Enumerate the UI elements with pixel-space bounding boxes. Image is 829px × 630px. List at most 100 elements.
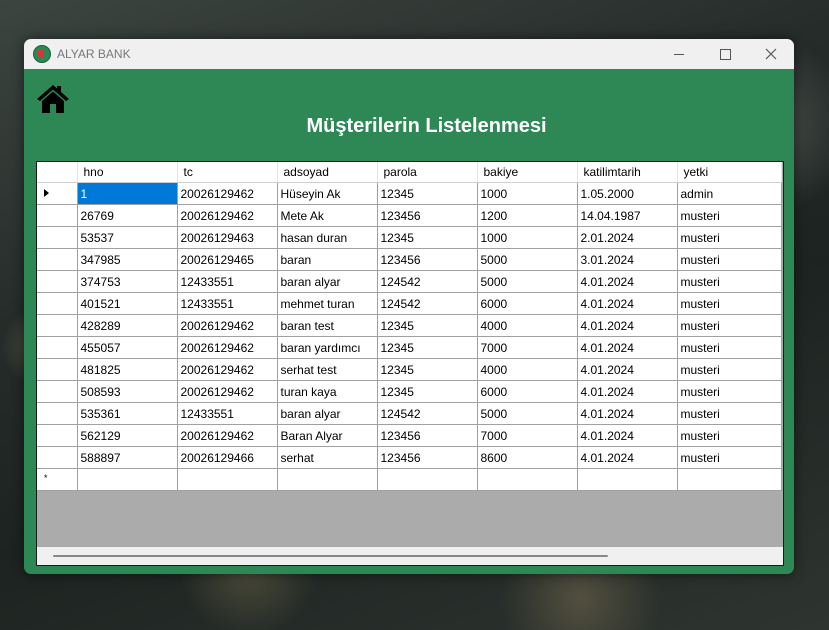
row-header[interactable] — [37, 424, 78, 447]
cell-tc[interactable]: 20026129466 — [177, 446, 278, 469]
cell-adsoyad[interactable]: baran alyar — [277, 402, 378, 425]
table-row[interactable]: 455057 20026129462 baran yardımcı 12345 7000… — [37, 336, 782, 359]
cell-adsoyad[interactable]: baran yardımcı — [277, 336, 378, 359]
cell-parola[interactable]: 124542 — [377, 270, 478, 293]
cell-katilimtarih[interactable]: 4.01.2024 — [577, 380, 678, 403]
table-row[interactable]: 374753 12433551 baran alyar 124542 5000 4.01.… — [37, 270, 782, 293]
cell-katilimtarih[interactable]: 4.01.2024 — [577, 336, 678, 359]
cell-hno[interactable]: 535361 — [77, 402, 178, 425]
row-header[interactable] — [37, 380, 78, 403]
new-cell-parola[interactable] — [377, 468, 478, 491]
cell-adsoyad[interactable]: baran alyar — [277, 270, 378, 293]
row-header[interactable] — [37, 248, 78, 271]
table-row[interactable]: 428289 20026129462 baran test 12345 4000 4.01… — [37, 314, 782, 337]
cell-parola[interactable]: 124542 — [377, 292, 478, 315]
new-cell-tc[interactable] — [177, 468, 278, 491]
cell-tc[interactable]: 20026129462 — [177, 424, 278, 447]
cell-katilimtarih[interactable]: 4.01.2024 — [577, 314, 678, 337]
cell-katilimtarih[interactable]: 4.01.2024 — [577, 270, 678, 293]
table-row[interactable]: 1 20026129462 Hüseyin Ak 12345 1000 1.05.2000… — [37, 182, 782, 205]
cell-bakiye[interactable]: 1200 — [477, 204, 578, 227]
cell-parola[interactable]: 12345 — [377, 314, 478, 337]
row-header[interactable] — [37, 358, 78, 381]
cell-yetki[interactable]: musteri — [677, 424, 782, 447]
cell-hno[interactable]: 481825 — [77, 358, 178, 381]
cell-parola[interactable]: 12345 — [377, 336, 478, 359]
cell-bakiye[interactable]: 5000 — [477, 248, 578, 271]
cell-parola[interactable]: 123456 — [377, 204, 478, 227]
cell-katilimtarih[interactable]: 14.04.1987 — [577, 204, 678, 227]
new-row-header[interactable]: * — [37, 468, 78, 491]
cell-bakiye[interactable]: 5000 — [477, 270, 578, 293]
table-row[interactable]: 26769 20026129462 Mete Ak 123456 1200 14.04.1… — [37, 204, 782, 227]
cell-yetki[interactable]: musteri — [677, 446, 782, 469]
cell-hno[interactable]: 401521 — [77, 292, 178, 315]
cell-parola[interactable]: 123456 — [377, 446, 478, 469]
cell-adsoyad[interactable]: mehmet turan — [277, 292, 378, 315]
cell-hno[interactable]: 26769 — [77, 204, 178, 227]
column-header-parola[interactable]: parola — [377, 162, 478, 183]
minimize-button[interactable] — [656, 39, 702, 69]
row-header[interactable] — [37, 402, 78, 425]
cell-katilimtarih[interactable]: 4.01.2024 — [577, 292, 678, 315]
cell-bakiye[interactable]: 4000 — [477, 358, 578, 381]
cell-yetki[interactable]: musteri — [677, 314, 782, 337]
customers-data-grid[interactable]: hno tc adsoyad parola bakiye katilimtarih yetk… — [36, 161, 784, 566]
table-row[interactable]: 481825 20026129462 serhat test 12345 4000 4.0… — [37, 358, 782, 381]
cell-bakiye[interactable]: 5000 — [477, 402, 578, 425]
cell-yetki[interactable]: musteri — [677, 292, 782, 315]
cell-parola[interactable]: 124542 — [377, 402, 478, 425]
cell-parola[interactable]: 123456 — [377, 424, 478, 447]
cell-tc[interactable]: 12433551 — [177, 292, 278, 315]
row-header[interactable] — [37, 182, 78, 205]
cell-tc[interactable]: 20026129465 — [177, 248, 278, 271]
cell-adsoyad[interactable]: serhat — [277, 446, 378, 469]
cell-adsoyad[interactable]: Baran Alyar — [277, 424, 378, 447]
table-row[interactable]: 508593 20026129462 turan kaya 12345 6000 4.01… — [37, 380, 782, 403]
new-cell-bakiye[interactable] — [477, 468, 578, 491]
cell-hno[interactable]: 508593 — [77, 380, 178, 403]
row-header[interactable] — [37, 292, 78, 315]
cell-hno[interactable]: 53537 — [77, 226, 178, 249]
cell-parola[interactable]: 12345 — [377, 380, 478, 403]
cell-adsoyad[interactable]: baran test — [277, 314, 378, 337]
cell-yetki[interactable]: musteri — [677, 248, 782, 271]
cell-katilimtarih[interactable]: 1.05.2000 — [577, 182, 678, 205]
row-header[interactable] — [37, 314, 78, 337]
cell-katilimtarih[interactable]: 4.01.2024 — [577, 424, 678, 447]
cell-hno[interactable]: 1 — [77, 182, 178, 205]
scrollbar-thumb[interactable] — [53, 555, 608, 557]
cell-bakiye[interactable]: 8600 — [477, 446, 578, 469]
table-row[interactable]: 535361 12433551 baran alyar 124542 5000 4.01.… — [37, 402, 782, 425]
cell-parola[interactable]: 12345 — [377, 358, 478, 381]
cell-katilimtarih[interactable]: 4.01.2024 — [577, 446, 678, 469]
cell-katilimtarih[interactable]: 4.01.2024 — [577, 358, 678, 381]
cell-tc[interactable]: 20026129462 — [177, 336, 278, 359]
new-cell-katilimtarih[interactable] — [577, 468, 678, 491]
column-header-bakiye[interactable]: bakiye — [477, 162, 578, 183]
cell-yetki[interactable]: musteri — [677, 380, 782, 403]
cell-yetki[interactable]: musteri — [677, 358, 782, 381]
row-header[interactable] — [37, 336, 78, 359]
cell-tc[interactable]: 20026129462 — [177, 204, 278, 227]
cell-hno[interactable]: 374753 — [77, 270, 178, 293]
table-row[interactable]: 401521 12433551 mehmet turan 124542 6000 4.01… — [37, 292, 782, 315]
table-row[interactable]: 53537 20026129463 hasan duran 12345 1000 2.01… — [37, 226, 782, 249]
cell-bakiye[interactable]: 1000 — [477, 226, 578, 249]
cell-katilimtarih[interactable]: 4.01.2024 — [577, 402, 678, 425]
column-header-tc[interactable]: tc — [177, 162, 278, 183]
cell-yetki[interactable]: musteri — [677, 226, 782, 249]
table-row[interactable]: 347985 20026129465 baran 123456 5000 3.01.202… — [37, 248, 782, 271]
cell-tc[interactable]: 12433551 — [177, 402, 278, 425]
cell-tc[interactable]: 20026129463 — [177, 226, 278, 249]
cell-bakiye[interactable]: 6000 — [477, 292, 578, 315]
cell-katilimtarih[interactable]: 2.01.2024 — [577, 226, 678, 249]
cell-bakiye[interactable]: 7000 — [477, 424, 578, 447]
column-header-katilimtarih[interactable]: katilimtarih — [577, 162, 678, 183]
cell-tc[interactable]: 20026129462 — [177, 358, 278, 381]
table-row[interactable]: 562129 20026129462 Baran Alyar 123456 7000 4.… — [37, 424, 782, 447]
cell-yetki[interactable]: musteri — [677, 336, 782, 359]
cell-bakiye[interactable]: 1000 — [477, 182, 578, 205]
cell-adsoyad[interactable]: serhat test — [277, 358, 378, 381]
cell-hno[interactable]: 347985 — [77, 248, 178, 271]
